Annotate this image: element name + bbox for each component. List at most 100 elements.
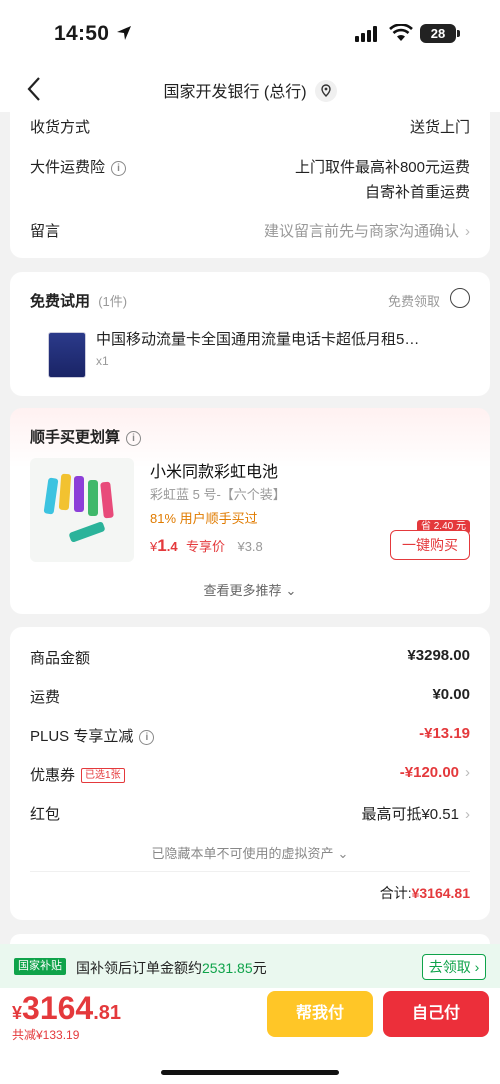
delivery-method-label: 收货方式	[30, 119, 91, 136]
free-claim-label: 免费领取	[387, 294, 440, 309]
subsidy-banner: 国家补贴 国补领后订单金额约2531.85元 去领取 ›	[0, 944, 500, 988]
coupon-value-wrap: -¥120.00 ›	[400, 764, 470, 781]
total-value: ¥3164.81	[411, 885, 470, 901]
claim-label: 去领取	[428, 959, 471, 975]
goods-label: 商品金额	[30, 650, 91, 667]
claim-subsidy-button[interactable]: 去领取 ›	[422, 954, 486, 980]
help-me-pay-button[interactable]: 帮我付	[267, 991, 373, 1037]
plus-label: PLUS 专享立减	[30, 728, 134, 745]
status-time: 14:50	[54, 22, 110, 45]
battery-pic-3	[74, 476, 84, 512]
total-label: 合计:	[379, 885, 412, 901]
coupon-value: -¥120.00	[399, 764, 459, 781]
pay-total-integer: 3164	[22, 990, 94, 1026]
addon-social-proof: 81% 用户顺手买过	[150, 511, 258, 526]
coupon-selected-tag: 已选1张	[81, 768, 125, 783]
battery-pic-2	[58, 473, 72, 511]
page-title: 国家开发银行 (总行)	[163, 84, 307, 101]
insurance-detail: 上门取件最高补800元运费 自寄补首重运费	[295, 156, 470, 202]
note-input[interactable]: 建议留言前先与商家沟通确认 ›	[264, 220, 470, 241]
status-bar: 14:50 28	[0, 0, 500, 66]
insurance-row: 大件运费险 i 上门取件最高补800元运费 自寄补首重运费	[30, 156, 470, 201]
subsidy-text: 国补领后订单金额约	[76, 960, 202, 976]
addon-spec[interactable]: 彩虹蓝 5 号-【六个装】	[150, 484, 286, 503]
pay-myself-button[interactable]: 自己付	[383, 991, 489, 1037]
delivery-method-value: 送货上门	[409, 119, 470, 136]
free-item-qty: x1	[96, 354, 109, 368]
free-trial-title: 免费试用	[30, 293, 91, 310]
total-row: 合计:¥3164.81	[30, 883, 470, 903]
shipping-value: ¥0.00	[432, 686, 470, 703]
battery-pic-4	[88, 480, 98, 516]
redpack-value: 最高可抵¥0.51	[361, 806, 459, 823]
delivery-card: 收货方式 送货上门 大件运费险 i 上门取件最高补800元运费 自寄补首重运费 留…	[10, 104, 490, 258]
free-item-name[interactable]: 中国移动流量卡全国通用流量电话卡超低月租5…	[96, 328, 419, 349]
location-pin-icon[interactable]	[314, 79, 337, 102]
wifi-icon	[389, 24, 413, 41]
free-trial-card: 免费试用 (1件) 免费领取 中国移动流量卡全国通用流量电话卡超低月租5… x1	[10, 272, 490, 396]
chevron-right-icon: ›	[465, 764, 470, 781]
hidden-note: 已隐藏本单不可使用的虚拟资产	[151, 846, 334, 861]
plus-value: -¥13.19	[419, 725, 470, 742]
pay-total-decimal: .81	[93, 1002, 122, 1024]
goods-value: ¥3298.00	[407, 647, 470, 664]
note-row[interactable]: 留言 建议留言前先与商家沟通确认 ›	[30, 220, 470, 241]
subsidy-tag: 国家补贴	[14, 958, 66, 975]
delivery-method-row[interactable]: 收货方式 送货上门	[30, 116, 470, 137]
signal-icon	[355, 26, 377, 42]
pay-total-symbol: ¥	[12, 1003, 23, 1023]
insurance-line2: 自寄补首重运费	[364, 184, 470, 201]
location-arrow-icon	[117, 26, 131, 40]
info-icon[interactable]: i	[126, 431, 142, 446]
redpack-label: 红包	[30, 806, 61, 823]
note-placeholder: 建议留言前先与商家沟通确认	[263, 223, 459, 240]
subsidy-text-wrap: 国补领后订单金额约2531.85元	[76, 958, 267, 978]
chevron-down-icon: ⌄	[337, 846, 349, 861]
addon-header: 顺手买更划算 i	[30, 426, 470, 447]
goods-amount-row: 商品金额 ¥3298.00	[30, 647, 470, 668]
chevron-down-icon: ⌄	[285, 583, 297, 598]
total-saved: 共减¥133.19	[12, 1028, 80, 1042]
price-integer: 1	[157, 536, 167, 555]
redpack-value-wrap: 最高可抵¥0.51 ›	[361, 803, 470, 824]
insurance-label: 大件运费险	[30, 159, 106, 176]
original-price: ¥3.8	[237, 539, 263, 554]
free-claim-radio[interactable]	[450, 288, 470, 308]
battery-pic-6	[68, 521, 106, 543]
home-indicator[interactable]	[161, 1070, 339, 1075]
pay-total: ¥3164.81	[12, 990, 121, 1027]
addon-name[interactable]: 小米同款彩虹电池	[150, 458, 278, 482]
red-packet-row[interactable]: 红包 最高可抵¥0.51 ›	[30, 803, 470, 824]
sim-card-image	[48, 332, 86, 378]
battery-pic-1	[43, 477, 59, 515]
plus-discount-row: PLUS 专享立减 i -¥13.19	[30, 725, 470, 746]
addon-title: 顺手买更划算	[30, 429, 121, 446]
price-decimal: .4	[166, 539, 178, 554]
more-recommendations-link[interactable]: 查看更多推荐 ⌄	[10, 580, 490, 599]
more-label: 查看更多推荐	[203, 583, 282, 598]
addon-card: 顺手买更划算 i 小米同款彩虹电池 彩虹蓝 5 号-【六个装】 81% 用户顺手买…	[10, 408, 490, 614]
info-icon[interactable]: i	[139, 730, 155, 745]
addon-price: ¥1.4 专享价 ¥3.8	[150, 536, 263, 556]
divider	[30, 871, 470, 872]
insurance-line1: 上门取件最高补800元运费	[294, 159, 470, 176]
subsidy-unit: 元	[252, 960, 267, 976]
battery-tip	[457, 30, 460, 37]
battery-pic-5	[100, 481, 114, 519]
nav-title-wrap: 国家开发银行 (总行)	[0, 78, 500, 104]
price-summary-card: 商品金额 ¥3298.00 运费 ¥0.00 PLUS 专享立减 i -¥13.1…	[10, 627, 490, 920]
free-trial-header: 免费试用 (1件) 免费领取	[30, 290, 470, 311]
coupon-row[interactable]: 优惠券 已选1张 -¥120.00 ›	[30, 764, 470, 785]
battery-product-image[interactable]	[30, 458, 134, 562]
sim-card-thumbnail	[40, 328, 92, 384]
chevron-right-icon: ›	[465, 223, 470, 240]
coupon-label: 优惠券	[30, 767, 76, 784]
one-click-buy-button[interactable]: 一键购买	[390, 530, 470, 560]
info-icon[interactable]: i	[111, 161, 127, 176]
battery-icon: 28	[420, 24, 456, 43]
note-label: 留言	[30, 223, 61, 240]
shipping-row: 运费 ¥0.00	[30, 686, 470, 707]
free-trial-count: (1件)	[98, 294, 128, 309]
hidden-assets-link[interactable]: 已隐藏本单不可使用的虚拟资产 ⌄	[10, 843, 490, 862]
subsidy-amount: 2531.85	[202, 960, 253, 976]
